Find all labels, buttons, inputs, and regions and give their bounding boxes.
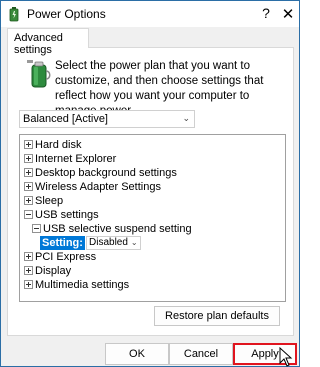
title-bar[interactable]: Power Options ? ✕ bbox=[1, 1, 299, 27]
expand-icon[interactable] bbox=[24, 266, 33, 275]
setting-label: Setting: bbox=[40, 236, 85, 250]
expand-icon[interactable] bbox=[24, 168, 33, 177]
battery-plug-icon bbox=[27, 60, 51, 88]
tab-advanced-settings[interactable]: Advanced settings bbox=[7, 28, 89, 56]
advanced-settings-panel: Select the power plan that you want to c… bbox=[7, 47, 294, 336]
restore-plan-defaults-button[interactable]: Restore plan defaults bbox=[154, 306, 280, 326]
collapse-icon[interactable] bbox=[24, 210, 33, 219]
mouse-cursor-icon bbox=[279, 347, 293, 367]
tree-item-label: Hard disk bbox=[35, 139, 82, 151]
power-options-dialog: Power Options ? ✕ Advanced settings Sele… bbox=[0, 0, 300, 367]
help-button[interactable]: ? bbox=[259, 5, 273, 21]
setting-value: Disabled bbox=[89, 237, 128, 248]
expand-icon[interactable] bbox=[24, 252, 33, 261]
tab-advanced-settings-label: Advanced settings bbox=[14, 32, 63, 56]
tree-item-setting[interactable]: Setting: Disabled ⌄ bbox=[40, 236, 141, 250]
cancel-button[interactable]: Cancel bbox=[169, 343, 233, 365]
chevron-down-icon: ⌄ bbox=[182, 113, 190, 123]
tree-item-label: PCI Express bbox=[35, 251, 97, 263]
settings-tree[interactable]: Hard disk Internet Explorer Desktop back… bbox=[19, 134, 286, 302]
window-title: Power Options bbox=[27, 7, 106, 21]
power-options-icon bbox=[9, 7, 19, 22]
close-button[interactable]: ✕ bbox=[281, 5, 295, 23]
setting-value-select[interactable]: Disabled ⌄ bbox=[86, 236, 141, 250]
tree-item-label: Sleep bbox=[35, 195, 64, 207]
tree-item-label: Internet Explorer bbox=[35, 153, 117, 165]
tree-item-label: Wireless Adapter Settings bbox=[35, 181, 161, 193]
expand-icon[interactable] bbox=[24, 196, 33, 205]
collapse-icon[interactable] bbox=[32, 224, 41, 233]
tree-item-label: Display bbox=[35, 265, 72, 277]
ok-button[interactable]: OK bbox=[105, 343, 169, 365]
tree-item-label: Multimedia settings bbox=[35, 279, 130, 291]
tree-item-label: USB selective suspend setting bbox=[43, 223, 192, 235]
power-plan-select[interactable]: Balanced [Active] ⌄ bbox=[19, 110, 195, 128]
chevron-down-icon: ⌄ bbox=[130, 238, 138, 247]
tree-item-label: Desktop background settings bbox=[35, 167, 177, 179]
expand-icon[interactable] bbox=[24, 154, 33, 163]
expand-icon[interactable] bbox=[24, 182, 33, 191]
expand-icon[interactable] bbox=[24, 140, 33, 149]
tree-item-label: USB settings bbox=[35, 209, 99, 221]
power-plan-select-value: Balanced [Active] bbox=[23, 113, 108, 125]
expand-icon[interactable] bbox=[24, 280, 33, 289]
